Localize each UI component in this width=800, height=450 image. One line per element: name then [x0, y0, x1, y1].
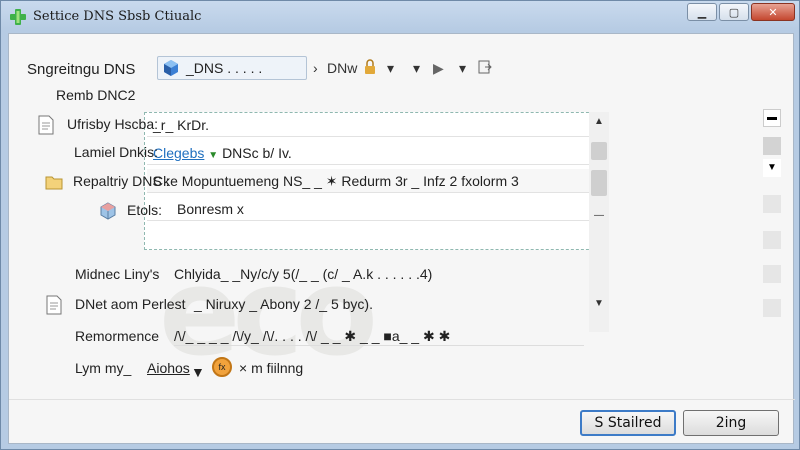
dns-combo-box[interactable]: _DNS . . . . . — [157, 56, 307, 80]
row-value: _ Niruxy _ Abony 2 /_ 5 byc). — [194, 296, 373, 312]
section-title: Remb DNC2 — [56, 87, 136, 103]
list-item: Ufrisby Hscba: — [29, 112, 789, 140]
caret-icon: ▼ — [191, 364, 205, 380]
dialog-footer: S Stailred 2ing — [9, 399, 795, 443]
document-icon — [46, 295, 62, 315]
toolbar-label: Sngreitngu DNS — [27, 61, 136, 78]
row-label: Repaltriy DNS : — [73, 173, 170, 189]
shield-plus-icon — [10, 9, 26, 25]
cube-icon — [100, 202, 116, 220]
close-button[interactable]: ✕ — [751, 3, 795, 21]
document-icon — [38, 115, 54, 135]
strip-block — [763, 231, 781, 249]
row-label: Lamiel Dnkis: — [74, 144, 159, 160]
row-value: × m fiilnng — [239, 360, 304, 376]
dialog-client-area: eco Sngreitngu DNS _DNS . . . . . › DNw … — [8, 33, 795, 444]
list-item: DNet aom Perlest _ Niruxy _ Abony 2 /_ 5… — [29, 292, 789, 320]
row-label: DNet aom Perlest — [75, 296, 186, 312]
list-item: Lamiel Dnkis: — [29, 140, 789, 168]
start-button[interactable]: S Stailred — [580, 410, 676, 436]
row-value: Chlyida_ _Ny/c/y 5(/_ _ (c/ _ A.k . . . … — [174, 266, 433, 282]
row-value-field[interactable]: /\/_ _ _ _ /\/y_ /\/. . . . /\/ _ _ ✱ _ … — [174, 328, 584, 346]
row-label: Ufrisby Hscba: — [67, 116, 159, 132]
dropdown-chevron-icon[interactable]: ▾ — [387, 60, 394, 77]
orange-circle-icon[interactable]: fx — [212, 357, 232, 377]
window-title: Settice DNS Sbsb Ctiualc — [33, 9, 202, 24]
dropdown-chevron-icon-3[interactable]: ▾ — [459, 60, 466, 77]
list-item: Repaltriy DNS : — [29, 169, 789, 197]
lock-icon[interactable] — [362, 59, 378, 75]
row-label: Lym my_ — [75, 360, 132, 376]
toolbar-item-arrow[interactable]: › — [313, 60, 318, 76]
dns-combo-value: _DNS . . . . . — [186, 60, 263, 76]
list-item: Midnec Liny's Chlyida_ _Ny/c/y 5(/_ _ (c… — [29, 262, 789, 290]
play-icon[interactable]: ▶ — [433, 60, 444, 77]
maximize-button[interactable]: ▢ — [719, 3, 749, 21]
row-link[interactable]: Aiohos — [147, 360, 190, 376]
row-label: Midnec Liny's — [75, 266, 160, 282]
row-label: Etols: — [127, 202, 163, 218]
row-label: Remormence — [75, 328, 160, 344]
toolbar: Sngreitngu DNS _DNS . . . . . › DNw ▾ ▾ … — [27, 56, 527, 82]
list-item: Lym my_ Aiohos ▼ fx × m fiilnng — [29, 356, 789, 384]
folder-icon — [45, 176, 63, 190]
globe-cube-icon — [164, 60, 178, 76]
caption-buttons: ▁ ▢ ✕ — [687, 3, 795, 21]
list-item[interactable]: Remormence /\/_ _ _ _ /\/y_ /\/. . . . /… — [29, 324, 789, 352]
export-icon[interactable] — [477, 59, 493, 75]
title-bar[interactable]: Settice DNS Sbsb Ctiualc ▁ ▢ ✕ — [1, 1, 800, 33]
list-item: Etols: — [29, 198, 789, 226]
secondary-button[interactable]: 2ing — [683, 410, 779, 436]
dialog-window: Settice DNS Sbsb Ctiualc ▁ ▢ ✕ eco Sngre… — [0, 0, 800, 450]
dropdown-chevron-icon-2[interactable]: ▾ — [413, 60, 420, 77]
toolbar-item-dnw[interactable]: DNw — [327, 60, 357, 76]
minimize-button[interactable]: ▁ — [687, 3, 717, 21]
